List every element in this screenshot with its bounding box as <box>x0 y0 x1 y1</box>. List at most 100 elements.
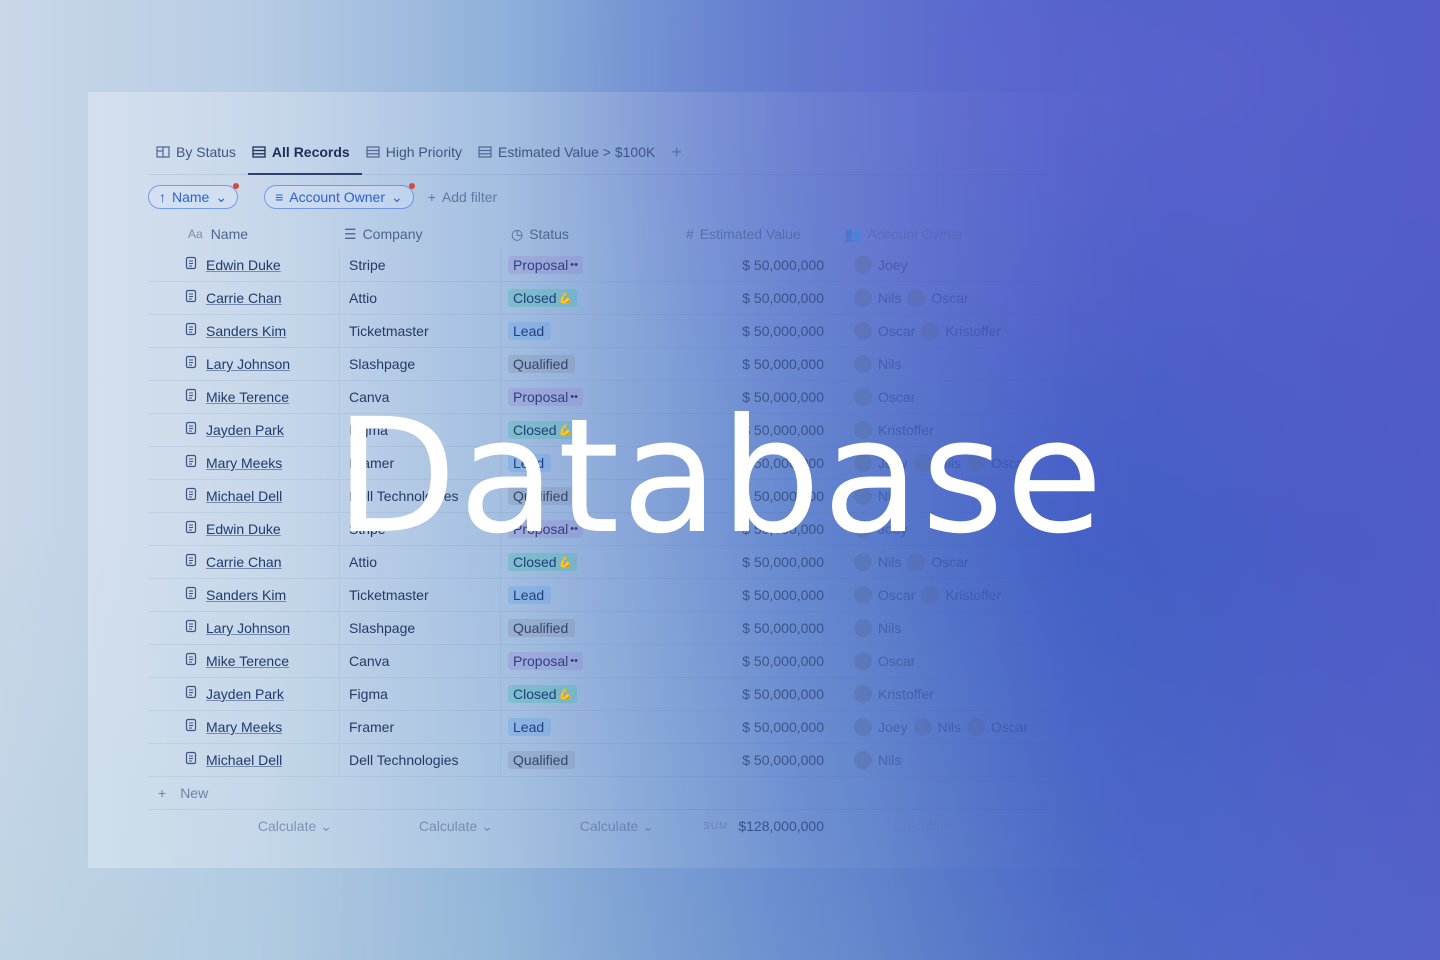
owner-tag[interactable]: Oscar <box>966 718 1028 736</box>
cell-account-owner[interactable]: Oscar Kristoffer <box>836 579 1046 611</box>
cell-name[interactable]: Mike Terence <box>148 645 340 677</box>
calculate-owner[interactable]: Calculate <box>836 818 1016 834</box>
cell-name[interactable]: Edwin Duke <box>148 249 340 281</box>
table-row[interactable]: Edwin Duke Stripe Proposal •• $ 50,000,000 Jo… <box>148 249 1048 282</box>
cell-company[interactable]: Ticketmaster <box>340 315 501 347</box>
cell-name[interactable]: Carrie Chan <box>148 282 340 314</box>
cell-estimated-value[interactable]: $ 50,000,000 <box>662 711 836 743</box>
cell-estimated-value[interactable]: $ 50,000,000 <box>662 315 836 347</box>
column-header-account-owner[interactable]: 👥 Account Owner <box>836 219 1046 249</box>
cell-estimated-value[interactable]: $ 50,000,000 <box>662 612 836 644</box>
record-name-link[interactable]: Edwin Duke <box>206 257 281 273</box>
cell-name[interactable]: Jayden Park <box>148 678 340 710</box>
table-row[interactable]: Jayden Park Figma Closed 💪 $ 50,000,000 Krist… <box>148 678 1048 711</box>
owner-tag[interactable]: Joey <box>854 718 908 736</box>
tab-high-priority[interactable]: High Priority <box>358 131 470 173</box>
cell-account-owner[interactable]: Nils Oscar <box>836 282 1046 314</box>
cell-name[interactable]: Sanders Kim <box>148 315 340 347</box>
cell-status[interactable]: Closed 💪 <box>501 678 662 710</box>
cell-estimated-value[interactable]: $ 50,000,000 <box>662 282 836 314</box>
add-filter-button[interactable]: + Add filter <box>428 189 497 205</box>
cell-status[interactable]: Lead <box>501 711 662 743</box>
owner-tag[interactable]: Nils <box>854 751 901 769</box>
cell-company[interactable]: Canva <box>340 645 501 677</box>
sum-estimated-value[interactable]: SUM $128,000,000 <box>662 818 836 834</box>
column-header-company[interactable]: ☰ Company <box>340 219 501 249</box>
column-header-status[interactable]: ◷ Status <box>501 219 662 249</box>
record-name-link[interactable]: Mary Meeks <box>206 719 282 735</box>
cell-status[interactable]: Proposal •• <box>501 645 662 677</box>
calculate-status[interactable]: Calculate ⌄ <box>501 818 662 835</box>
cell-company[interactable]: Ticketmaster <box>340 579 501 611</box>
column-header-name[interactable]: Aa Name <box>148 219 340 249</box>
cell-status[interactable]: Proposal •• <box>501 249 662 281</box>
cell-estimated-value[interactable]: $ 50,000,000 <box>662 348 836 380</box>
cell-status[interactable]: Closed 💪 <box>501 282 662 314</box>
column-header-estimated-value[interactable]: # Estimated Value <box>662 219 836 249</box>
cell-status[interactable]: Qualified <box>501 348 662 380</box>
record-name-link[interactable]: Carrie Chan <box>206 554 281 570</box>
cell-name[interactable]: Lary Johnson <box>148 612 340 644</box>
new-row-button[interactable]: + New <box>148 777 1048 810</box>
cell-account-owner[interactable]: Nils <box>836 612 1046 644</box>
cell-estimated-value[interactable]: $ 50,000,000 <box>662 579 836 611</box>
table-row[interactable]: Mary Meeks Framer Lead $ 50,000,000 Joey Nils… <box>148 711 1048 744</box>
cell-estimated-value[interactable]: $ 50,000,000 <box>662 645 836 677</box>
table-row[interactable]: Michael Dell Dell Technologies Qualified $ … <box>148 744 1048 777</box>
filter-chip[interactable]: ≡ Account Owner ⌄ <box>264 183 415 209</box>
owner-tag[interactable]: Nils <box>854 619 901 637</box>
owner-tag[interactable]: Joey <box>854 256 908 274</box>
calculate-company[interactable]: Calculate ⌄ <box>340 818 501 835</box>
owner-tag[interactable]: Nils <box>854 355 901 373</box>
record-name-link[interactable]: Lary Johnson <box>206 620 290 636</box>
record-name-link[interactable]: Mike Terence <box>206 653 289 669</box>
record-name-link[interactable]: Jayden Park <box>206 686 284 702</box>
record-name-link[interactable]: Carrie Chan <box>206 290 281 306</box>
cell-name[interactable]: Michael Dell <box>148 744 340 776</box>
record-name-link[interactable]: Sanders Kim <box>206 323 286 339</box>
cell-estimated-value[interactable]: $ 50,000,000 <box>662 249 836 281</box>
table-row[interactable]: Sanders Kim Ticketmaster Lead $ 50,000,000 O… <box>148 579 1048 612</box>
cell-company[interactable]: Framer <box>340 711 501 743</box>
cell-status[interactable]: Lead <box>501 579 662 611</box>
owner-tag[interactable]: Nils <box>913 718 961 736</box>
cell-company[interactable]: Attio <box>340 282 501 314</box>
owner-tag[interactable]: Oscar <box>854 322 915 340</box>
owner-tag[interactable]: Kristoffer <box>921 586 1001 604</box>
cell-name[interactable]: Lary Johnson <box>148 348 340 380</box>
cell-account-owner[interactable]: Oscar Kristoffer <box>836 315 1046 347</box>
owner-tag[interactable]: Kristoffer <box>854 685 934 703</box>
owner-tag[interactable]: Oscar <box>854 652 915 670</box>
sort-chip[interactable]: ↑ Name ⌄ <box>148 183 240 209</box>
table-row[interactable]: Sanders Kim Ticketmaster Lead $ 50,000,000 O… <box>148 315 1048 348</box>
add-view-button[interactable]: + <box>663 142 690 163</box>
table-row[interactable]: Mike Terence Canva Proposal •• $ 50,000,000 O… <box>148 645 1048 678</box>
cell-company[interactable]: Dell Technologies <box>340 744 501 776</box>
cell-account-owner[interactable]: Joey Nils Oscar <box>836 711 1046 743</box>
cell-company[interactable]: Slashpage <box>340 612 501 644</box>
record-name-link[interactable]: Lary Johnson <box>206 356 290 372</box>
table-row[interactable]: Lary Johnson Slashpage Qualified $ 50,000,0… <box>148 612 1048 645</box>
cell-company[interactable]: Figma <box>340 678 501 710</box>
tab-all-records[interactable]: All Records <box>244 131 362 175</box>
owner-tag[interactable]: Kristoffer <box>921 322 1001 340</box>
cell-account-owner[interactable]: Nils <box>836 348 1046 380</box>
cell-name[interactable]: Sanders Kim <box>148 579 340 611</box>
tab-by-status[interactable]: By Status <box>148 131 244 173</box>
cell-estimated-value[interactable]: $ 50,000,000 <box>662 678 836 710</box>
tab-estimated-value[interactable]: Estimated Value > $100K <box>470 131 663 173</box>
cell-estimated-value[interactable]: $ 50,000,000 <box>662 744 836 776</box>
cell-account-owner[interactable]: Joey <box>836 249 1046 281</box>
cell-status[interactable]: Qualified <box>501 612 662 644</box>
record-name-link[interactable]: Sanders Kim <box>206 587 286 603</box>
cell-account-owner[interactable]: Kristoffer <box>836 678 1046 710</box>
owner-tag[interactable]: Nils <box>854 289 901 307</box>
cell-status[interactable]: Qualified <box>501 744 662 776</box>
table-row[interactable]: Carrie Chan Attio Closed 💪 $ 50,000,000 Nils O… <box>148 282 1048 315</box>
owner-tag[interactable]: Oscar <box>907 289 969 307</box>
cell-account-owner[interactable]: Oscar <box>836 645 1046 677</box>
table-row[interactable]: Lary Johnson Slashpage Qualified $ 50,000,0… <box>148 348 1048 381</box>
cell-company[interactable]: Slashpage <box>340 348 501 380</box>
owner-tag[interactable]: Oscar <box>854 586 915 604</box>
calculate-name[interactable]: Calculate ⌄ <box>148 818 340 835</box>
